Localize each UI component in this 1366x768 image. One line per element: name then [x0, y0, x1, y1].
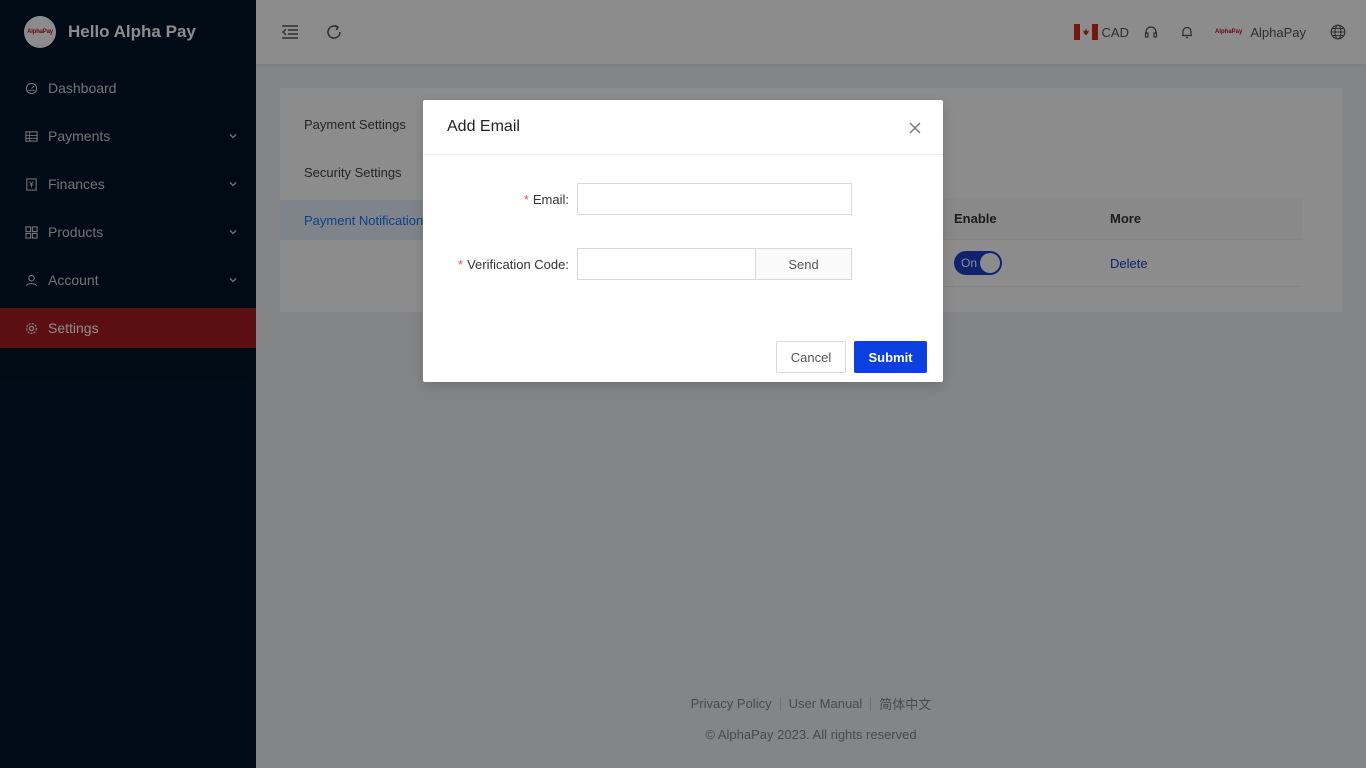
- modal-title: Add Email: [447, 118, 520, 135]
- add-email-modal: Add Email * Email: * Verification Code: Se…: [423, 100, 943, 382]
- verification-row: * Verification Code: Send: [423, 248, 852, 280]
- email-label: * Email:: [523, 191, 569, 207]
- close-icon[interactable]: [907, 120, 923, 136]
- email-field[interactable]: [577, 183, 852, 215]
- email-row: * Email:: [423, 183, 852, 215]
- modal-header: Add Email: [423, 100, 943, 155]
- submit-button[interactable]: Submit: [854, 341, 927, 373]
- cancel-button[interactable]: Cancel: [776, 341, 846, 373]
- send-code-button[interactable]: Send: [756, 248, 852, 280]
- verification-code-label: * Verification Code:: [458, 256, 569, 272]
- verification-code-field[interactable]: [577, 248, 756, 280]
